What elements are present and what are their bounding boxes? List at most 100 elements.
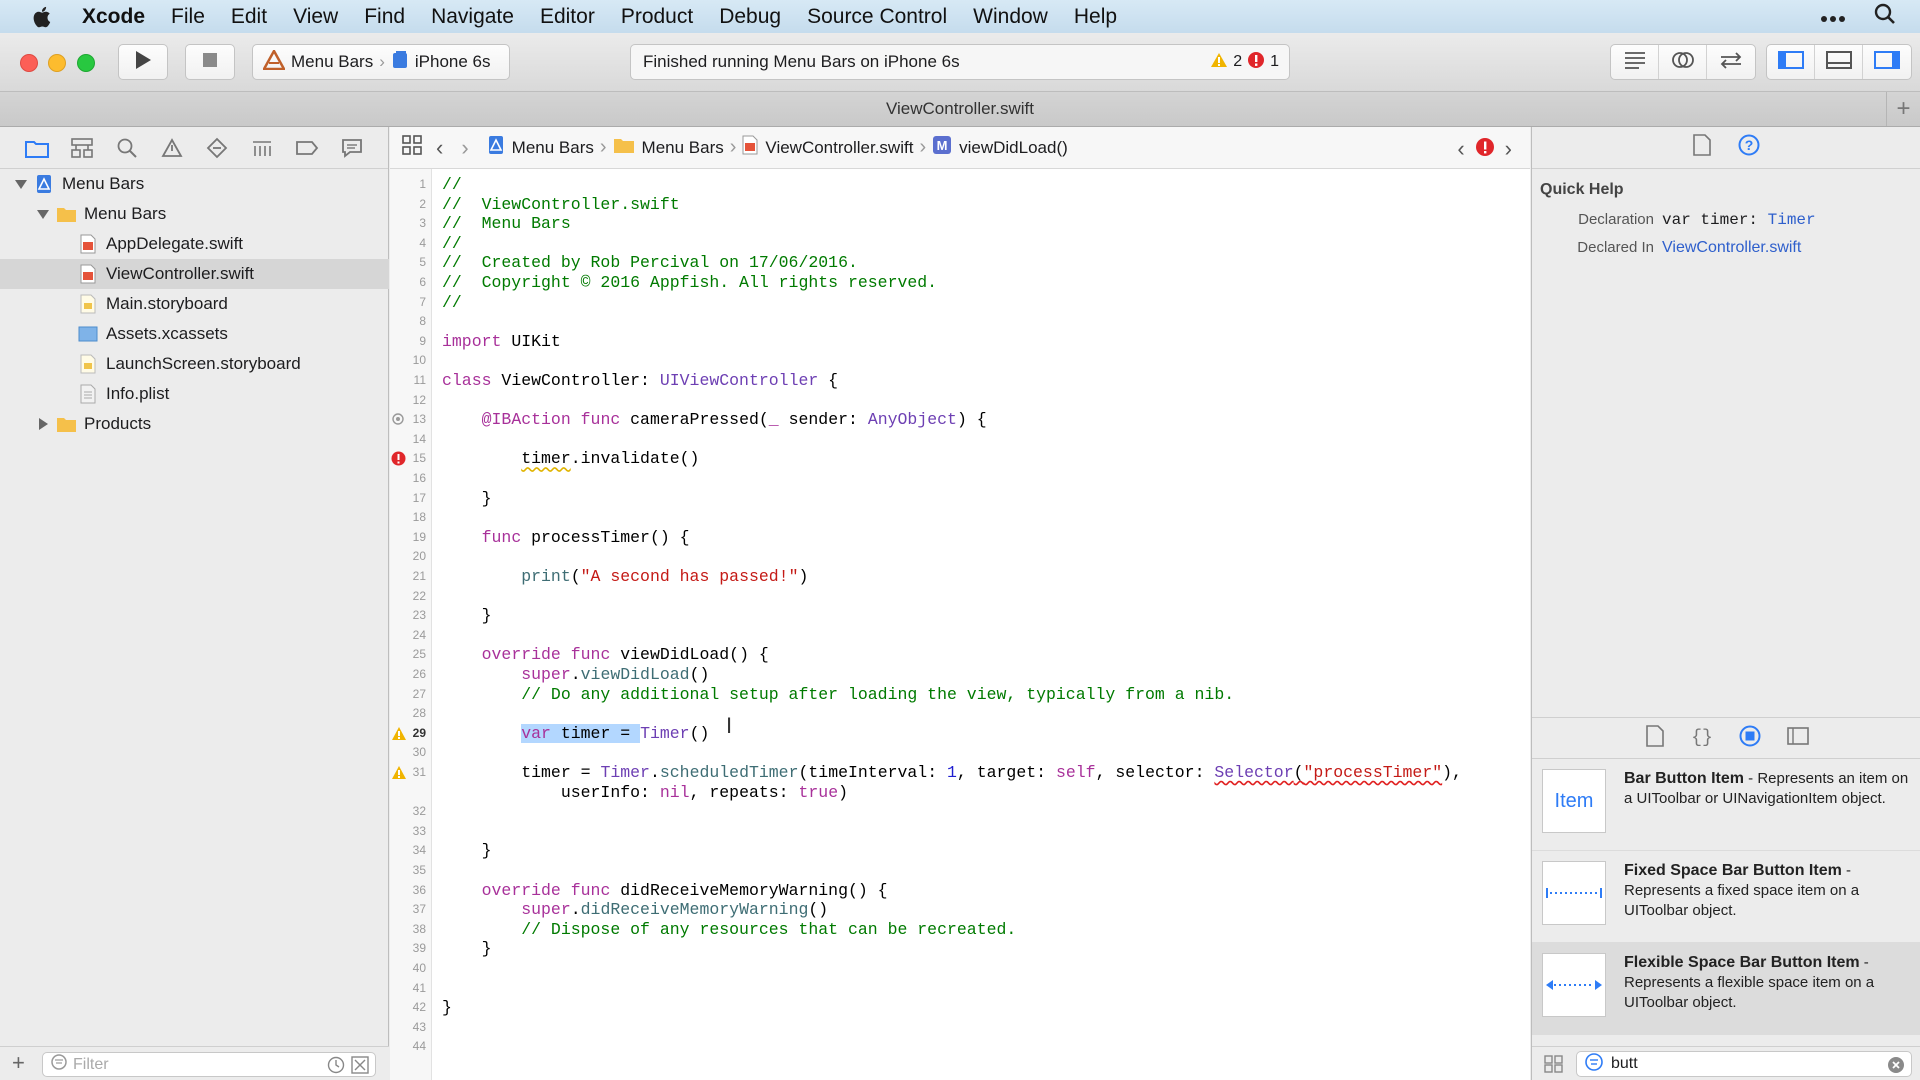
tree-item[interactable]: LaunchScreen.storyboard	[0, 349, 389, 379]
crumb-file[interactable]: ViewController.swift	[742, 135, 913, 160]
tree-item[interactable]: Assets.xcassets	[0, 319, 389, 349]
quick-help-icon[interactable]: ?	[1738, 134, 1760, 161]
folder-icon[interactable]	[24, 135, 49, 160]
clear-search-icon[interactable]	[1887, 1056, 1905, 1079]
issue-warning-icon[interactable]	[159, 135, 184, 160]
code-line[interactable]: 18	[390, 508, 1530, 527]
crumb-group[interactable]: Menu Bars	[613, 136, 724, 159]
code-line[interactable]: userInfo: nil, repeats: true)	[390, 783, 1530, 802]
symbol-hierarchy-icon[interactable]	[69, 135, 94, 160]
previous-issue-icon[interactable]: ‹	[1457, 136, 1464, 162]
scm-filter-icon[interactable]	[351, 1056, 369, 1079]
code-line[interactable]: 35	[390, 861, 1530, 880]
code-line[interactable]: 1 //	[390, 175, 1530, 194]
run-button[interactable]	[118, 44, 168, 80]
menu-navigate[interactable]: Navigate	[431, 5, 514, 29]
back-icon[interactable]: ‹	[436, 135, 443, 161]
code-line[interactable]: 40	[390, 959, 1530, 978]
disclosure-closed-icon[interactable]	[36, 417, 50, 431]
code-line[interactable]: 3 // Menu Bars	[390, 214, 1530, 233]
code-line[interactable]: 38 // Dispose of any resources that can …	[390, 920, 1530, 939]
apple-icon[interactable]	[30, 5, 52, 29]
code-line[interactable]: 29 var timer = Timer()	[390, 723, 1530, 743]
code-line[interactable]: 4 //	[390, 234, 1530, 253]
spotlight-search-icon[interactable]	[1874, 3, 1896, 31]
menu-view[interactable]: View	[293, 5, 338, 29]
code-line[interactable]: 24	[390, 626, 1530, 645]
menu-product[interactable]: Product	[621, 5, 693, 29]
file-template-icon[interactable]	[1645, 724, 1665, 752]
code-line[interactable]: 11 class ViewController: UIViewController…	[390, 371, 1530, 390]
tree-item[interactable]: Products	[0, 409, 389, 439]
stop-button[interactable]	[185, 44, 235, 80]
menu-file[interactable]: File	[171, 5, 205, 29]
menu-source-control[interactable]: Source Control	[807, 5, 947, 29]
menu-debug[interactable]: Debug	[719, 5, 781, 29]
code-line[interactable]: 13 @IBAction func cameraPressed(_ sender…	[390, 410, 1530, 429]
navigator-filter-field[interactable]: Filter	[42, 1052, 376, 1077]
tree-item[interactable]: AppDelegate.swift	[0, 229, 389, 259]
declared-in-link[interactable]: ViewController.swift	[1662, 239, 1801, 257]
toggle-inspector-button[interactable]	[1863, 45, 1911, 79]
file-inspector-icon[interactable]	[1692, 134, 1712, 161]
error-icon[interactable]	[1475, 137, 1495, 162]
code-line[interactable]: 41	[390, 979, 1530, 998]
library-item-fixed-space[interactable]: Fixed Space Bar Button Item - Represents…	[1532, 851, 1920, 943]
code-line[interactable]: 20	[390, 547, 1530, 566]
code-line[interactable]: 16	[390, 469, 1530, 488]
menu-help[interactable]: Help	[1074, 5, 1117, 29]
code-line[interactable]: 10	[390, 351, 1530, 370]
disclosure-open-icon[interactable]	[14, 177, 28, 191]
menu-find[interactable]: Find	[364, 5, 405, 29]
minimize-window-button[interactable]	[48, 54, 66, 72]
code-line[interactable]: 15 timer.invalidate()	[390, 449, 1530, 468]
tree-item[interactable]: Menu Bars	[0, 169, 389, 199]
debug-bars-icon[interactable]	[249, 135, 274, 160]
crumb-project[interactable]: Menu Bars	[487, 135, 594, 160]
code-line[interactable]: 43	[390, 1018, 1530, 1037]
menu-edit[interactable]: Edit	[231, 5, 267, 29]
toggle-navigator-button[interactable]	[1767, 45, 1815, 79]
zoom-window-button[interactable]	[77, 54, 95, 72]
related-items-icon[interactable]	[402, 135, 422, 160]
declaration-type[interactable]: Timer	[1768, 211, 1816, 229]
code-line[interactable]: 7 //	[390, 293, 1530, 312]
code-line[interactable]: 37 super.didReceiveMemoryWarning()	[390, 900, 1530, 919]
tree-item[interactable]: Menu Bars	[0, 199, 389, 229]
code-line[interactable]: 21 print("A second has passed!")	[390, 567, 1530, 586]
forward-icon[interactable]: ›	[461, 135, 468, 161]
menu-app-xcode[interactable]: Xcode	[82, 5, 145, 29]
code-line[interactable]: 42}	[390, 998, 1530, 1017]
media-library-icon[interactable]	[1786, 726, 1809, 751]
code-line[interactable]: 39 }	[390, 939, 1530, 958]
code-line[interactable]: 22	[390, 587, 1530, 606]
code-line[interactable]: 27 // Do any additional setup after load…	[390, 685, 1530, 704]
code-line[interactable]: 6 // Copyright © 2016 Appfish. All rights…	[390, 273, 1530, 292]
tree-item[interactable]: Main.storyboard	[0, 289, 389, 319]
version-editor-button[interactable]	[1707, 45, 1755, 79]
code-line[interactable]: 32	[390, 802, 1530, 821]
close-window-button[interactable]	[20, 54, 38, 72]
code-line[interactable]: 8	[390, 312, 1530, 331]
code-line[interactable]: 36 override func didReceiveMemoryWarning…	[390, 881, 1530, 900]
code-line[interactable]: 5 // Created by Rob Percival on 17/06/201…	[390, 253, 1530, 272]
code-line[interactable]: 26 super.viewDidLoad()	[390, 665, 1530, 684]
recent-clock-icon[interactable]	[327, 1056, 345, 1079]
code-line[interactable]: 9 import UIKit	[390, 332, 1530, 351]
code-line[interactable]: 17 }	[390, 489, 1530, 508]
tree-item[interactable]: Info.plist	[0, 379, 389, 409]
library-search-field[interactable]: butt	[1576, 1051, 1912, 1077]
tab-viewcontroller[interactable]: ViewController.swift	[886, 99, 1034, 119]
code-line[interactable]: 30	[390, 743, 1530, 762]
standard-editor-button[interactable]	[1611, 45, 1659, 79]
tree-item[interactable]: ViewController.swift	[0, 259, 389, 289]
scheme-selector[interactable]: Menu Bars › iPhone 6s	[252, 44, 510, 80]
assistant-editor-button[interactable]	[1659, 45, 1707, 79]
issue-counts[interactable]: 2 1	[1210, 45, 1279, 79]
code-line[interactable]: 19 func processTimer() {	[390, 528, 1530, 547]
object-library-icon[interactable]	[1739, 725, 1761, 752]
more-icon[interactable]	[1820, 5, 1846, 29]
code-line[interactable]: 34 }	[390, 841, 1530, 860]
test-diamond-icon[interactable]	[204, 135, 229, 160]
code-line[interactable]: 14	[390, 430, 1530, 449]
